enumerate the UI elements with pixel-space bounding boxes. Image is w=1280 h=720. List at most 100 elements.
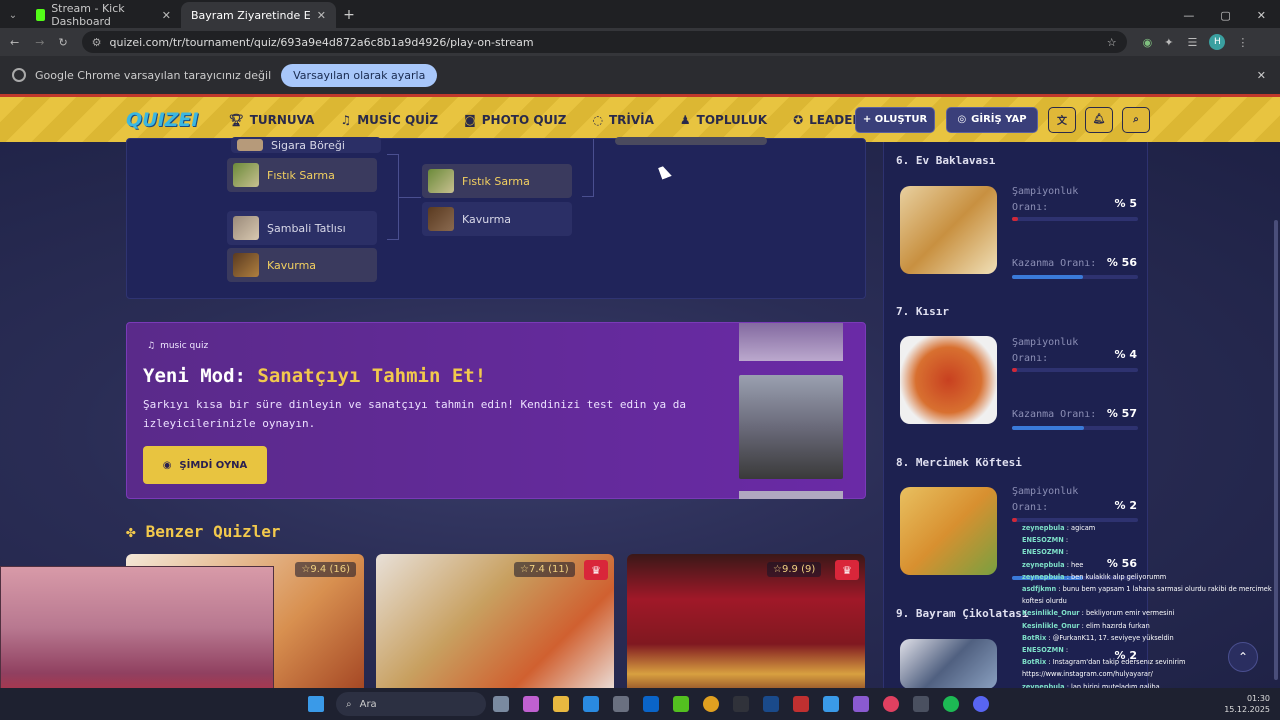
reload-icon[interactable]: ↻ bbox=[58, 36, 67, 49]
food-thumbnail bbox=[428, 169, 454, 193]
kick-icon[interactable] bbox=[673, 696, 689, 712]
win-rate-bar bbox=[1012, 426, 1138, 430]
extension-icon[interactable]: ◉ bbox=[1143, 36, 1153, 49]
crown-icon[interactable]: ♛ bbox=[835, 560, 859, 580]
bracket-winner-slot[interactable] bbox=[615, 137, 767, 145]
bracket-item[interactable]: Fıstık Sarma bbox=[227, 158, 377, 192]
notifications-button[interactable]: 🔔︎ bbox=[1085, 106, 1113, 133]
users-icon: ♟ bbox=[679, 112, 691, 127]
chat-bubble-icon: ◌ bbox=[592, 112, 603, 127]
clock-time: 01:30 bbox=[1246, 694, 1270, 703]
search-button[interactable]: ⌕ bbox=[1122, 106, 1150, 133]
close-tab-icon[interactable]: ✕ bbox=[162, 9, 171, 22]
nav-label: TRİVİA bbox=[608, 112, 654, 127]
music-quiz-badge: ♫ music quiz bbox=[147, 341, 208, 351]
taskbar-clock[interactable]: 01:30 15.12.2025 bbox=[1224, 693, 1270, 715]
close-window-icon[interactable]: ✕ bbox=[1257, 9, 1266, 22]
login-button[interactable]: ◎ GİRİŞ YAP bbox=[946, 106, 1038, 133]
app-icon[interactable] bbox=[823, 696, 839, 712]
bracket-item[interactable]: Kavurma bbox=[422, 202, 572, 236]
infobar-message: Google Chrome varsayılan tarayıcınız değ… bbox=[35, 68, 272, 82]
discord-icon[interactable] bbox=[973, 696, 989, 712]
champion-rate-label: Şampiyonluk Oranı: bbox=[1012, 486, 1079, 513]
app-icon[interactable] bbox=[883, 696, 899, 712]
task-view-icon[interactable] bbox=[493, 696, 509, 712]
browser-tab-strip: ⌄ Stream - Kick Dashboard ✕ Bayram Ziyar… bbox=[0, 0, 1280, 28]
url-text: quizei.com/tr/tournament/quiz/693a9e4d87… bbox=[109, 35, 534, 49]
bracket-item[interactable]: Şambali Tatlısı bbox=[227, 211, 377, 245]
menu-kebab-icon[interactable]: ⋮ bbox=[1237, 36, 1248, 49]
translate-icon: 文 bbox=[1057, 116, 1067, 127]
extensions-puzzle-icon[interactable]: ✦ bbox=[1164, 36, 1173, 49]
tab-kick-dashboard[interactable]: Stream - Kick Dashboard ✕ bbox=[26, 2, 181, 28]
site-logo[interactable]: QUIZEI bbox=[126, 109, 198, 131]
tab-quizei[interactable]: Bayram Ziyaretinde En Lezzetli ✕ bbox=[181, 2, 336, 28]
close-infobar-icon[interactable]: ✕ bbox=[1257, 69, 1266, 82]
tab-search-icon[interactable]: ⌄ bbox=[0, 2, 26, 28]
nav-topluluk[interactable]: ♟ TOPLULUK bbox=[680, 113, 767, 127]
chrome-logo-icon bbox=[12, 68, 26, 82]
maximize-icon[interactable]: ▢ bbox=[1220, 9, 1230, 22]
music-quiz-card: ♫ music quiz Yeni Mod: Sanatçıyı Tahmin … bbox=[126, 322, 866, 499]
minimize-icon[interactable]: — bbox=[1183, 9, 1194, 22]
nav-label: PHOTO QUIZ bbox=[481, 112, 567, 127]
nav-turnuva[interactable]: 🏆︎ TURNUVA bbox=[228, 113, 314, 127]
store-icon[interactable] bbox=[613, 696, 629, 712]
close-tab-icon[interactable]: ✕ bbox=[317, 9, 326, 22]
crown-icon[interactable]: ♛ bbox=[584, 560, 608, 580]
champion-rate-bar bbox=[1012, 217, 1138, 221]
champion-rate-value: % 2 bbox=[1114, 499, 1137, 512]
profile-avatar[interactable]: H bbox=[1209, 34, 1226, 50]
play-now-button[interactable]: ◉ ŞİMDİ OYNA bbox=[143, 446, 267, 484]
user-icon: ◎ bbox=[957, 114, 967, 125]
site-header: QUIZEI 🏆︎ TURNUVA ♫ MUSİC QUİZ ◙ PHOTO QUIZ… bbox=[0, 94, 1280, 142]
epic-games-icon[interactable] bbox=[733, 696, 749, 712]
outlook-icon[interactable] bbox=[643, 696, 659, 712]
steam-icon[interactable] bbox=[763, 696, 779, 712]
similar-quiz-card[interactable]: ☆7.4 (11) ♛ bbox=[376, 554, 614, 704]
tab-title: Stream - Kick Dashboard bbox=[51, 2, 125, 28]
bracket-item-label: Kavurma bbox=[462, 212, 512, 226]
edge-icon[interactable] bbox=[583, 696, 599, 712]
chat-message: ENESOZMN : bbox=[1022, 644, 1272, 656]
windows-start-icon[interactable] bbox=[308, 696, 324, 712]
bracket-item[interactable]: Sigara Böreği bbox=[231, 137, 381, 153]
reading-list-icon[interactable]: ☰ bbox=[1187, 36, 1197, 49]
bookmark-star-icon[interactable]: ☆ bbox=[1107, 36, 1117, 49]
chat-username: ENESOZMN bbox=[1022, 548, 1064, 557]
file-explorer-icon[interactable] bbox=[553, 696, 569, 712]
back-icon[interactable]: ← bbox=[10, 36, 19, 49]
set-default-button[interactable]: Varsayılan olarak ayarla bbox=[281, 63, 438, 87]
nav-music-quiz[interactable]: ♫ MUSİC QUİZ bbox=[340, 113, 438, 127]
win-rate-value: % 56 bbox=[1106, 256, 1137, 269]
chrome-icon[interactable] bbox=[703, 696, 719, 712]
app-icon[interactable] bbox=[853, 696, 869, 712]
bracket-item[interactable]: Fıstık Sarma bbox=[422, 164, 572, 198]
site-info-icon[interactable]: ⚙ bbox=[92, 36, 102, 49]
bar-fill bbox=[1012, 217, 1019, 221]
default-browser-infobar: Google Chrome varsayılan tarayıcınız değ… bbox=[0, 56, 1280, 94]
nav-photo-quiz[interactable]: ◙ PHOTO QUIZ bbox=[464, 113, 566, 127]
taskbar-search[interactable]: ⌕ Ara bbox=[336, 692, 486, 716]
bracket-item-label: Fıstık Sarma bbox=[267, 168, 335, 182]
address-toolbar: ← → ↻ ⚙ quizei.com/tr/tournament/quiz/69… bbox=[0, 28, 1280, 56]
copilot-icon[interactable] bbox=[523, 696, 539, 712]
similar-quiz-card[interactable]: ☆9.9 (9) ♛ bbox=[627, 554, 865, 704]
forward-icon[interactable]: → bbox=[35, 36, 44, 49]
champion-rate-label: Şampiyonluk Oranı: bbox=[1012, 337, 1079, 364]
new-tab-icon[interactable]: + bbox=[336, 2, 362, 28]
spotify-icon[interactable] bbox=[943, 696, 959, 712]
language-button[interactable]: 文 bbox=[1048, 106, 1076, 133]
win-rate-bar bbox=[1012, 275, 1138, 279]
rating-badge: ☆9.4 (16) bbox=[295, 562, 356, 577]
app-icon[interactable] bbox=[793, 696, 809, 712]
chat-text: : ben kulaklık alıp geliyorumm bbox=[1064, 572, 1167, 581]
create-button[interactable]: + OLUŞTUR bbox=[855, 106, 935, 133]
ranking-item-title: 7. Kısır bbox=[896, 305, 949, 318]
bracket-item[interactable]: Kavurma bbox=[227, 248, 377, 282]
app-icon[interactable] bbox=[913, 696, 929, 712]
url-field[interactable]: ⚙ quizei.com/tr/tournament/quiz/693a9e4d… bbox=[81, 31, 1127, 53]
chat-username: ENESOZMN bbox=[1022, 646, 1064, 655]
page-scrollbar[interactable] bbox=[1274, 220, 1278, 680]
nav-trivia[interactable]: ◌ TRİVİA bbox=[592, 113, 653, 127]
